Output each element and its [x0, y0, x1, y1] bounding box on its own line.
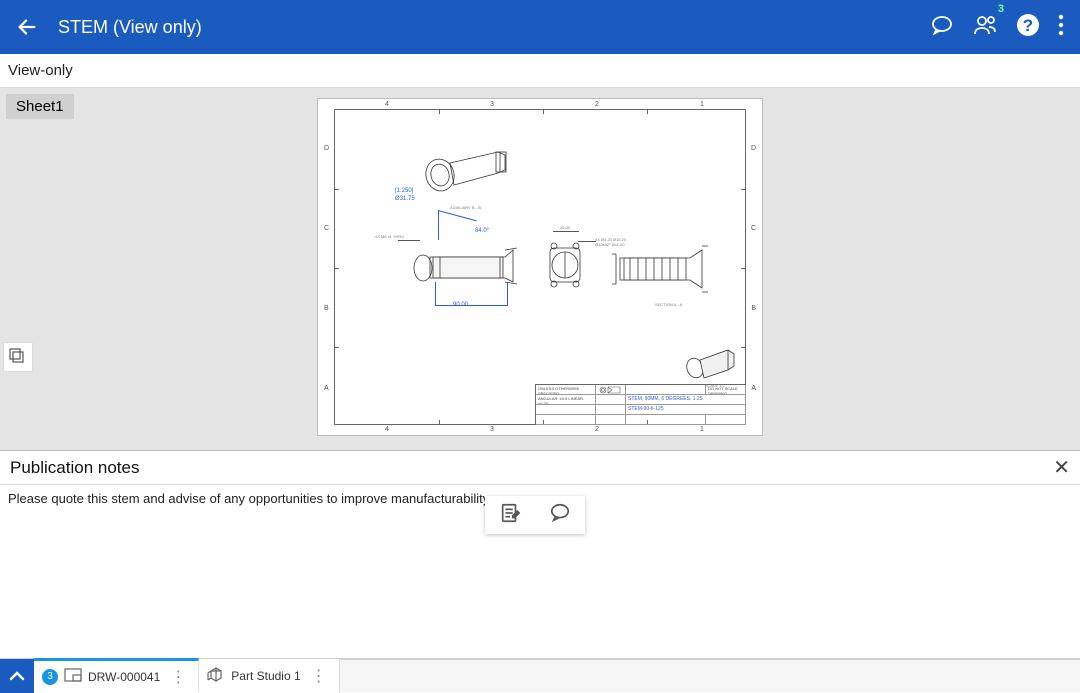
dim-angle: 84.0° — [475, 228, 489, 234]
zone-label: B — [751, 305, 756, 312]
zone-label: 2 — [595, 101, 599, 108]
comments-icon[interactable] — [930, 13, 954, 42]
dim-center: 26.00 — [560, 225, 570, 230]
sheet-tab[interactable]: Sheet1 — [6, 94, 74, 119]
zone-label: A — [751, 385, 756, 392]
tab-part-studio[interactable]: Part Studio 1 ⋮ — [199, 659, 339, 693]
zone-label: 4 — [385, 426, 389, 433]
drawing-sheet: 4 3 2 1 4 3 2 1 D C B A D C B A — [317, 98, 763, 436]
thread-note: 4X M6 x1 THRU — [375, 235, 405, 239]
section-view — [610, 240, 710, 300]
expand-tabs-button[interactable] — [0, 659, 34, 693]
topbar-right: 3 ? — [930, 13, 1064, 42]
status-row: View-only — [0, 54, 1080, 88]
zone-label: B — [324, 305, 329, 312]
tb-tolerance1: UNLESS OTHERWISE SPECIFIED: — [536, 385, 596, 395]
tab-badge: 3 — [42, 669, 58, 685]
tb-drw-no: STEM-90-6-125 — [626, 405, 746, 415]
floating-toolbar — [485, 496, 585, 534]
drawing-border: 4 3 2 1 4 3 2 1 D C B A D C B A — [334, 109, 746, 425]
zone-label: C — [751, 225, 756, 232]
app-topbar: STEM (View only) 3 ? — [0, 0, 1080, 54]
bottom-tab-bar: 3 DRW-000041 ⋮ Part Studio 1 ⋮ — [0, 658, 1080, 692]
publication-notes-title: Publication notes — [10, 458, 139, 478]
drawing-tab-icon — [64, 668, 82, 685]
tab-label: DRW-000041 — [88, 670, 160, 684]
help-icon[interactable]: ? — [1016, 13, 1040, 42]
tb-dns: DO NOT SCALE DRAWING — [706, 385, 746, 395]
zone-label: 3 — [490, 101, 494, 108]
tab-menu-icon[interactable]: ⋮ — [307, 666, 331, 686]
tb-tolerance2: ANGULAR: ±0.5 LINEAR: ±0.25 — [536, 395, 596, 405]
tb-part-name: STEM, 90MM, 6 DEGREES, 1.25 — [626, 395, 746, 405]
zone-label: D — [751, 145, 756, 152]
zone-label: D — [324, 145, 329, 152]
zone-label: C — [324, 225, 329, 232]
zone-label: 4 — [385, 101, 389, 108]
front-view — [540, 240, 590, 300]
share-users-icon[interactable]: 3 — [972, 13, 998, 42]
title-block: UNLESS OTHERWISE SPECIFIED: DO NOT SCALE… — [535, 384, 745, 424]
back-arrow-icon[interactable] — [16, 16, 38, 38]
tb-proj-icon — [596, 385, 626, 395]
dim-dia-bracket: [1.250] — [395, 188, 413, 194]
dim-dia: Ø31.75 — [395, 196, 415, 202]
aux-label: AUXILIARY B - B — [450, 205, 481, 210]
tab-label: Part Studio 1 — [231, 669, 300, 683]
view-cube-icon[interactable] — [3, 342, 33, 372]
close-icon[interactable]: ✕ — [1053, 455, 1070, 480]
section-label: SECTION A - A — [655, 302, 682, 307]
iso-view — [680, 340, 740, 385]
auxiliary-view — [420, 140, 520, 200]
document-title: STEM (View only) — [58, 17, 202, 38]
drawing-canvas-area[interactable]: Sheet1 4 3 2 1 4 3 2 1 D C B A D C B A — [0, 88, 1080, 450]
view-mode-label: View-only — [8, 62, 73, 79]
tab-drawing[interactable]: 3 DRW-000041 ⋮ — [34, 658, 199, 692]
zone-label: 1 — [700, 426, 704, 433]
users-badge: 3 — [998, 3, 1004, 15]
zone-label: 2 — [595, 426, 599, 433]
comment-bubble-icon[interactable] — [549, 502, 571, 529]
note-edit-icon[interactable] — [499, 502, 521, 529]
zone-label: 1 — [700, 101, 704, 108]
svg-text:?: ? — [1023, 16, 1033, 35]
zone-label: 3 — [490, 426, 494, 433]
part-studio-tab-icon — [207, 667, 225, 686]
topbar-left: STEM (View only) — [16, 16, 202, 38]
tab-menu-icon[interactable]: ⋮ — [166, 667, 190, 687]
zone-label: A — [324, 385, 329, 392]
publication-notes-header: Publication notes ✕ — [0, 450, 1080, 484]
more-menu-icon[interactable] — [1058, 14, 1064, 41]
